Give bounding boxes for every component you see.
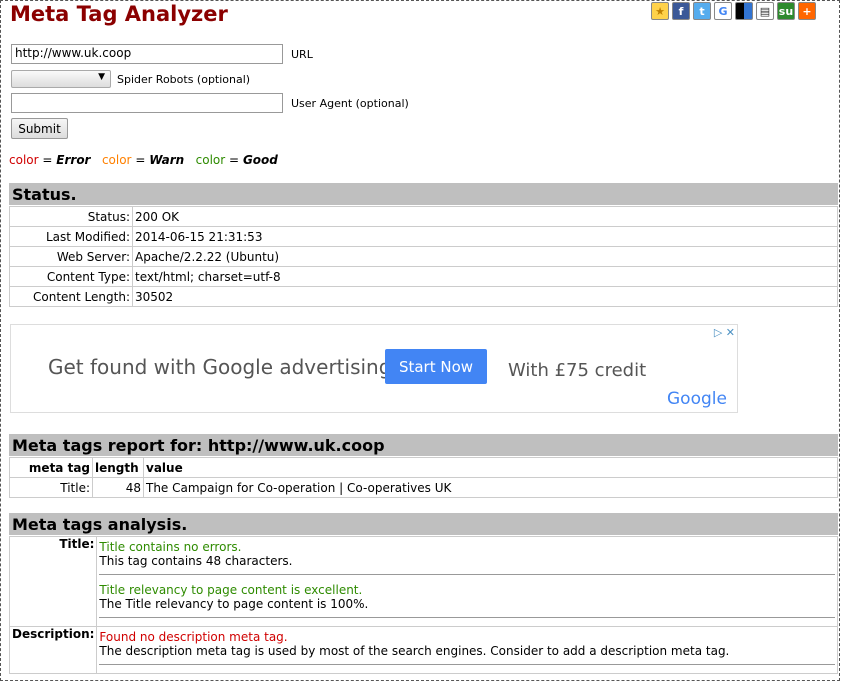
spider-row: ▼ Spider Robots (optional)	[11, 70, 250, 88]
analysis-description-label: Description:	[8, 626, 98, 674]
legend-good-color: color	[195, 153, 226, 167]
ad-banner[interactable]: ▷ ✕ Get found with Google advertising. S…	[10, 324, 738, 413]
ad-close-icon[interactable]: ▷ ✕	[714, 326, 735, 339]
title-relevancy-detail: The Title relevancy to page content is 1…	[99, 597, 369, 611]
url-input[interactable]: http://www.uk.coop	[11, 44, 283, 64]
ad-headline: Get found with Google advertising.	[48, 355, 398, 379]
status-key: Status:	[9, 206, 133, 227]
divider	[99, 574, 835, 575]
status-value: 30502	[132, 286, 838, 307]
analysis-heading: Meta tags analysis.	[9, 513, 838, 535]
legend-eq: =	[229, 153, 240, 167]
ad-credit: With £75 credit	[508, 360, 647, 381]
status-value: 2014-06-15 21:31:53	[132, 226, 838, 247]
status-value: text/html; charset=utf-8	[132, 266, 838, 287]
status-key: Last Modified:	[9, 226, 133, 247]
ua-row: User Agent (optional)	[11, 93, 409, 113]
divider	[99, 664, 835, 665]
col-meta-tag: meta tag	[9, 457, 93, 478]
digg-icon[interactable]: ▤	[756, 2, 774, 20]
status-table: Status: 200 OK Last Modified: 2014-06-15 2…	[9, 206, 838, 307]
report-heading: Meta tags report for: http://www.uk.coop	[9, 434, 838, 456]
table-row: Title: Title contains no errors. This ta…	[8, 536, 838, 627]
status-value: Apache/2.2.22 (Ubuntu)	[132, 246, 838, 267]
status-value: 200 OK	[132, 206, 838, 227]
legend-warn: Warn	[149, 153, 185, 167]
table-row: Status: 200 OK	[9, 206, 838, 227]
legend-eq: =	[135, 153, 146, 167]
status-key: Web Server:	[9, 246, 133, 267]
report-tag: Title:	[9, 477, 93, 498]
status-heading: Status.	[9, 183, 838, 205]
legend-error-color: color	[9, 153, 39, 167]
description-detail: The description meta tag is used by most…	[99, 644, 730, 658]
table-row: Last Modified: 2014-06-15 21:31:53	[9, 226, 838, 247]
twitter-icon[interactable]: t	[693, 2, 711, 20]
title-relevancy-good: Title relevancy to page content is excel…	[99, 583, 363, 597]
legend-error: Error	[56, 153, 91, 167]
report-value: The Campaign for Co-operation | Co-opera…	[143, 477, 838, 498]
page-title: Meta Tag Analyzer	[10, 2, 228, 26]
table-row: Content Length: 30502	[9, 286, 838, 307]
user-agent-input[interactable]	[11, 93, 283, 113]
title-detail: This tag contains 48 characters.	[99, 554, 293, 568]
table-header-row: meta tag length value	[9, 457, 838, 478]
google-icon[interactable]: G	[714, 2, 732, 20]
status-key: Content Type:	[9, 266, 133, 287]
chevron-down-icon: ▼	[98, 72, 105, 82]
analysis-title-label: Title:	[8, 536, 98, 627]
star-icon[interactable]: ★	[651, 2, 669, 20]
add-icon[interactable]: +	[798, 2, 816, 20]
spider-select[interactable]: ▼	[11, 70, 111, 88]
url-label: URL	[291, 47, 313, 61]
url-row: http://www.uk.coop URL	[11, 44, 313, 64]
facebook-icon[interactable]: f	[672, 2, 690, 20]
report-length: 48	[92, 477, 144, 498]
status-key: Content Length:	[9, 286, 133, 307]
user-agent-label: User Agent (optional)	[291, 96, 409, 110]
table-row: Description: Found no description meta t…	[8, 626, 838, 674]
delicious-icon[interactable]	[735, 2, 753, 20]
report-table: meta tag length value Title: 48 The Camp…	[9, 457, 838, 498]
analysis-table: Title: Title contains no errors. This ta…	[8, 536, 838, 674]
ad-start-button[interactable]: Start Now	[385, 349, 487, 384]
divider	[99, 617, 835, 618]
table-row: Web Server: Apache/2.2.22 (Ubuntu)	[9, 246, 838, 267]
title-status-good: Title contains no errors.	[99, 540, 242, 554]
col-value: value	[143, 457, 838, 478]
table-row: Title: 48 The Campaign for Co-operation …	[9, 477, 838, 498]
stumbleupon-icon[interactable]: su	[777, 2, 795, 20]
table-row: Content Type: text/html; charset=utf-8	[9, 266, 838, 287]
color-legend: color = Error color = Warn color = Good	[9, 153, 278, 167]
legend-eq: =	[42, 153, 53, 167]
legend-good: Good	[242, 153, 278, 167]
submit-button[interactable]: Submit	[11, 118, 68, 139]
page-frame: Meta Tag Analyzer ★ f t G ▤ su + http://…	[0, 0, 840, 681]
description-status-error: Found no description meta tag.	[99, 630, 288, 644]
col-length: length	[92, 457, 144, 478]
share-toolbar: ★ f t G ▤ su +	[651, 2, 816, 20]
legend-warn-color: color	[101, 153, 132, 167]
spider-label: Spider Robots (optional)	[117, 72, 251, 86]
google-logo: Google	[667, 389, 727, 409]
